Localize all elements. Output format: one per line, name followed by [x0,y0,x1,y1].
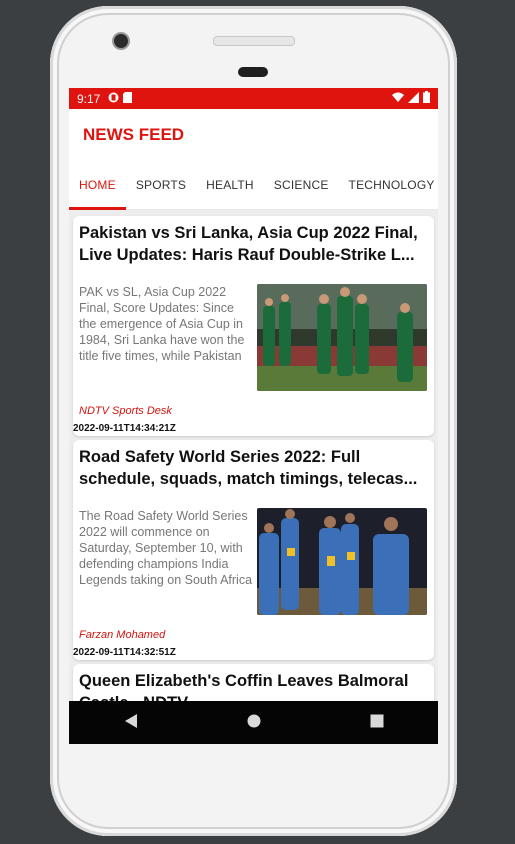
article-date: 2022-09-11T14:34:21Z [73,423,176,434]
article-description: PAK vs SL, Asia Cup 2022 Final, Score Up… [79,285,245,363]
sd-card-icon [123,91,133,106]
back-icon[interactable] [124,713,138,733]
earpiece [238,67,268,77]
article-description: The Road Safety World Series 2022 will c… [79,509,253,587]
article-date: 2022-09-11T14:32:51Z [73,647,176,658]
tab-science[interactable]: SCIENCE [264,161,339,209]
tab-label: HEALTH [206,178,254,192]
article-title: Pakistan vs Sri Lanka, Asia Cup 2022 Fin… [79,224,418,264]
speaker-grille [213,36,295,46]
tab-home[interactable]: HOME [69,161,126,210]
tab-health[interactable]: HEALTH [196,161,264,209]
app-title: NEWS FEED [83,125,185,144]
article-image [257,508,427,615]
recents-icon[interactable] [370,714,384,732]
tab-label: TECHNOLOGY [348,178,435,192]
news-card[interactable]: Pakistan vs Sri Lanka, Asia Cup 2022 Fin… [73,216,434,436]
navigation-bar [69,701,438,744]
category-tabs: HOME SPORTS HEALTH SCIENCE TECHNOLOGY [69,161,438,210]
front-camera-icon [112,32,130,50]
article-image [257,284,427,391]
tab-technology[interactable]: TECHNOLOGY [339,161,438,209]
tab-label: SCIENCE [273,178,329,192]
tab-label: HOME [79,178,116,192]
app-icon [108,92,119,106]
app-bar: NEWS FEED [69,109,438,161]
news-feed: Pakistan vs Sri Lanka, Asia Cup 2022 Fin… [69,210,438,716]
wifi-icon [392,92,404,106]
battery-icon [423,91,430,106]
status-bar: 9:17 [69,88,438,109]
article-source: Farzan Mohamed [79,629,166,641]
tab-label: SPORTS [135,178,187,192]
tab-sports[interactable]: SPORTS [126,161,196,209]
news-card[interactable]: Road Safety World Series 2022: Full sche… [73,440,434,660]
status-time: 9:17 [77,91,101,106]
home-icon[interactable] [247,714,261,732]
screen: 9:17 NEWS FEED HOME SPORTS HEALTH SCIENC… [69,88,438,744]
signal-icon [408,91,419,106]
article-title: Road Safety World Series 2022: Full sche… [79,448,418,488]
article-source: NDTV Sports Desk [79,405,172,417]
